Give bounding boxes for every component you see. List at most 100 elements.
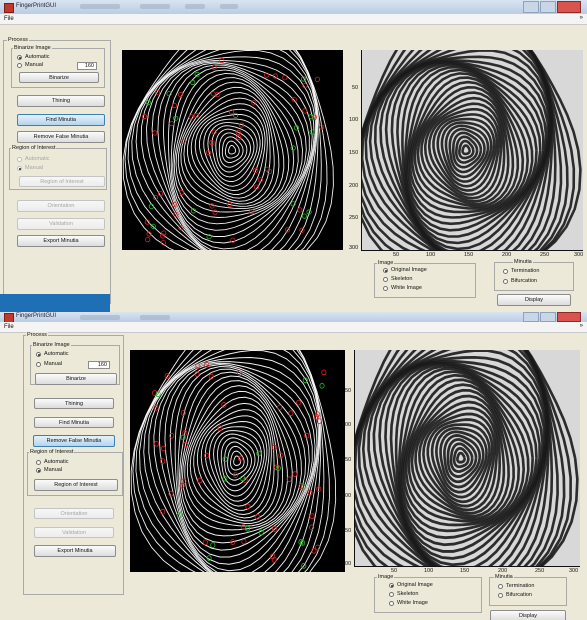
y-tick: 150 — [349, 150, 359, 156]
display-button[interactable]: Display — [497, 294, 571, 306]
y-tick: 250 — [342, 528, 352, 534]
minutia-group-label: Minutia — [513, 259, 533, 265]
y-tick: 300 — [349, 245, 359, 251]
roi-manual-radio[interactable]: Manual — [17, 165, 43, 172]
display-button[interactable]: Display — [490, 610, 566, 620]
binarize-automatic-radio[interactable]: Automatic — [17, 54, 49, 61]
skeleton-radio[interactable]: Skeleton — [383, 276, 412, 283]
y-tick: 200 — [349, 183, 359, 189]
original-image-radio[interactable]: Original Image — [383, 267, 427, 274]
roi-button[interactable]: Region of Interest — [34, 479, 118, 491]
binarize-manual-radio[interactable]: Manual — [36, 361, 62, 368]
minutia-marker — [319, 382, 325, 389]
validation-button[interactable]: Validation — [34, 527, 114, 538]
white-image-radio[interactable]: White Image — [389, 600, 428, 607]
minutia-marker — [288, 410, 294, 417]
skeleton-radio[interactable]: Skeleton — [389, 591, 418, 598]
minutia-marker — [241, 538, 247, 545]
y-tick: 50 — [352, 85, 359, 91]
x-tick: 200 — [502, 252, 512, 258]
minutia-marker — [202, 539, 208, 546]
screenshot-top: FingerPrintGUI File » Process Binarize I… — [0, 0, 587, 312]
minutia-marker — [145, 237, 151, 243]
orientation-button[interactable]: Orientation — [17, 200, 105, 212]
minutia-marker — [161, 230, 167, 236]
find-minutia-button[interactable]: Find Minutia — [34, 417, 114, 428]
minutia-marker — [212, 209, 218, 215]
thining-button[interactable]: Thining — [17, 95, 105, 107]
minutia-marker — [180, 410, 186, 416]
minutia-marker — [291, 97, 297, 103]
minutia-marker — [190, 79, 196, 86]
white-image-radio[interactable]: White Image — [383, 285, 422, 292]
minutia-marker — [141, 113, 148, 120]
binarize-automatic-radio[interactable]: Automatic — [36, 351, 68, 358]
original-fingerprint-image — [354, 350, 579, 566]
bifurcation-radio[interactable]: Bifurcation — [503, 278, 537, 285]
export-minutia-button[interactable]: Export Minutia — [34, 545, 116, 557]
minutia-marker — [296, 399, 302, 406]
y-tick: 250 — [349, 215, 359, 221]
minutia-marker — [277, 404, 283, 411]
original-image-axes — [354, 350, 580, 566]
maximize-button[interactable] — [540, 312, 556, 322]
ridge-line — [461, 144, 471, 156]
image-group-label: Image — [377, 260, 395, 266]
original-image-radio[interactable]: Original Image — [389, 582, 433, 589]
minutia-marker — [197, 477, 203, 484]
binarize-button[interactable]: Binarize — [19, 72, 99, 83]
title-bar: FingerPrintGUI — [0, 312, 587, 323]
thining-button[interactable]: Thining — [34, 398, 114, 409]
validation-button[interactable]: Validation — [17, 218, 105, 230]
minutia-marker — [180, 434, 186, 441]
minutia-marker — [304, 432, 310, 439]
menu-overflow-icon[interactable]: » — [580, 323, 583, 329]
x-tick: 250 — [535, 568, 545, 574]
minimize-button[interactable] — [523, 1, 539, 13]
ridge-line — [456, 451, 466, 464]
ridge-line — [228, 145, 237, 155]
minutia-group — [494, 262, 574, 291]
ridge-line — [135, 350, 325, 572]
y-tick: 300 — [342, 561, 352, 567]
binarize-manual-radio[interactable]: Manual — [17, 62, 43, 69]
bifurcation-radio[interactable]: Bifurcation — [498, 592, 532, 599]
termination-radio[interactable]: Termination — [498, 583, 534, 590]
skeleton-axes — [130, 350, 345, 572]
binarize-button[interactable]: Binarize — [35, 373, 117, 385]
threshold-field[interactable]: 160 — [77, 62, 97, 70]
x-tick: 100 — [426, 252, 436, 258]
roi-automatic-radio[interactable]: Automatic — [36, 459, 68, 466]
find-minutia-button[interactable]: Find Minutia — [17, 114, 105, 126]
roi-button[interactable]: Region of Interest — [19, 176, 105, 187]
y-tick: 50 — [345, 388, 352, 394]
export-minutia-button[interactable]: Export Minutia — [17, 235, 105, 247]
minimize-button[interactable] — [523, 312, 539, 322]
menu-file[interactable]: File — [4, 324, 14, 330]
minutia-marker — [171, 102, 178, 109]
window-title: FingerPrintGUI — [16, 3, 57, 9]
close-button[interactable] — [557, 1, 581, 13]
menu-overflow-icon[interactable]: » — [580, 15, 583, 21]
remove-false-minutia-button[interactable]: Remove False Minutia — [33, 435, 115, 447]
ridge-line — [180, 375, 298, 537]
close-button[interactable] — [557, 312, 581, 322]
roi-manual-radio[interactable]: Manual — [36, 467, 62, 474]
maximize-button[interactable] — [540, 1, 556, 13]
y-tick: 100 — [342, 422, 352, 428]
termination-radio[interactable]: Termination — [503, 268, 539, 275]
minutia-marker — [314, 76, 320, 82]
title-bar: FingerPrintGUI — [0, 0, 587, 14]
remove-false-minutia-button[interactable]: Remove False Minutia — [17, 131, 105, 143]
minutia-marker — [245, 503, 251, 510]
minutia-marker — [256, 450, 262, 457]
threshold-field[interactable]: 160 — [88, 361, 110, 369]
menu-file[interactable]: File — [4, 16, 14, 22]
ridge-line — [143, 350, 321, 572]
roi-automatic-radio[interactable]: Automatic — [17, 156, 49, 163]
process-label: Process — [26, 332, 48, 338]
orientation-button[interactable]: Orientation — [34, 508, 114, 519]
binarize-group-label: Binarize Image — [13, 45, 52, 51]
skeleton-image — [122, 50, 334, 250]
minutia-marker — [302, 108, 308, 114]
